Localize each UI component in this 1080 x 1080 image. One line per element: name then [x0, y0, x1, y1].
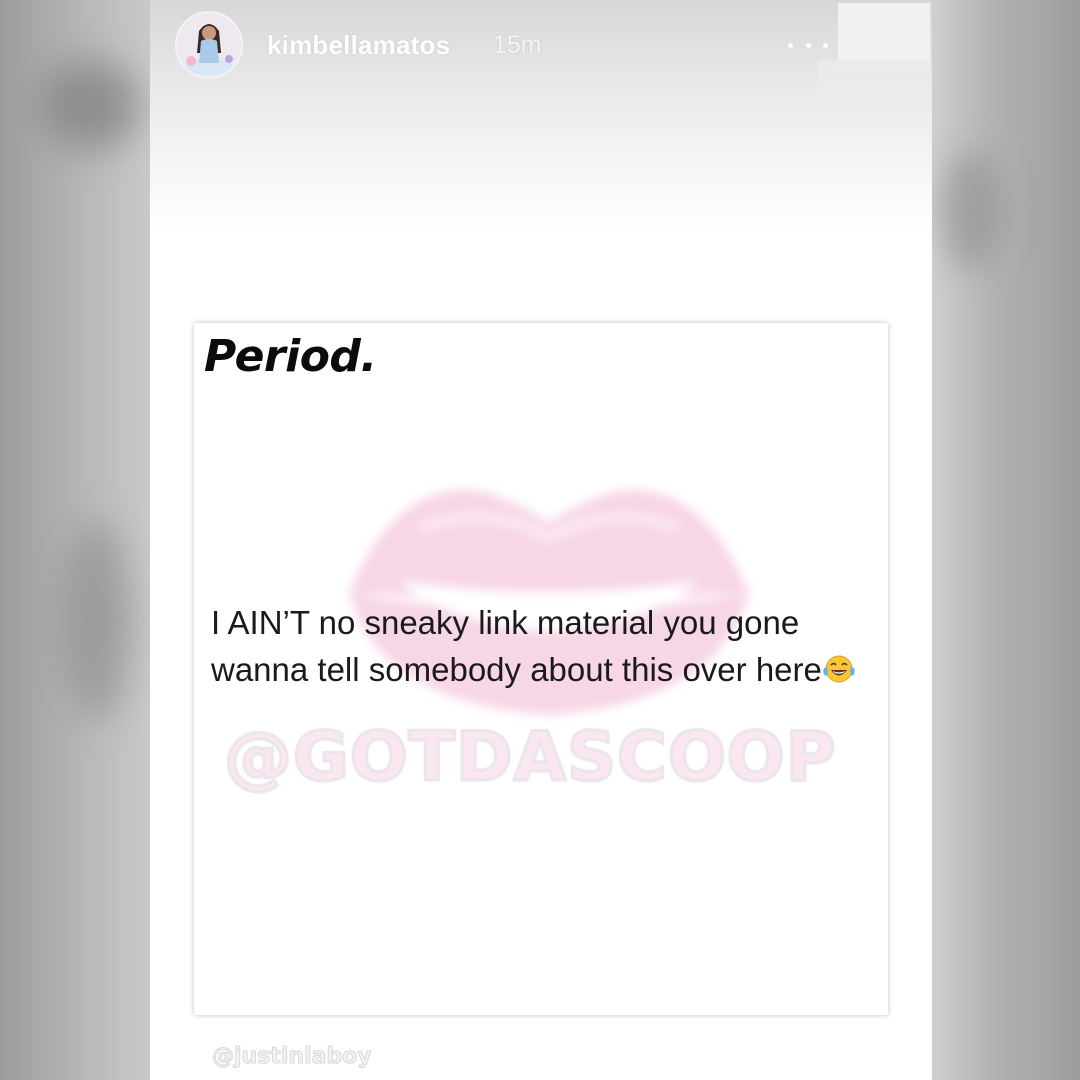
username[interactable]: kimbellamatos: [267, 30, 450, 61]
avatar-photo: [177, 13, 241, 77]
more-options-icon[interactable]: [788, 38, 828, 52]
story-viewer[interactable]: kimbellamatos 15m Period. @GOTDASCOOP I …: [150, 0, 932, 1080]
reposted-image: Period. @GOTDASCOOP I AIN’T no sneaky li…: [194, 323, 888, 1015]
redaction-patch: [818, 60, 930, 116]
blurred-background-right: [932, 0, 1080, 1080]
post-timestamp: 15m: [493, 31, 542, 59]
background-blur-shape: [40, 60, 140, 150]
blurred-background-left: [0, 0, 150, 1080]
post-title: Period.: [204, 331, 377, 382]
face-with-tears-of-joy-icon: [823, 655, 855, 683]
background-blur-shape: [60, 520, 130, 720]
story-header: kimbellamatos 15m: [150, 0, 932, 116]
post-body-text: I AIN’T no sneaky link material you gone…: [211, 604, 822, 688]
avatar[interactable]: [175, 11, 243, 79]
credit-watermark: @justinlaboy: [212, 1044, 373, 1070]
watermark-text: @GOTDASCOOP: [223, 717, 837, 799]
background-blur-shape: [942, 150, 1002, 270]
post-body: I AIN’T no sneaky link material you gone…: [211, 599, 881, 693]
